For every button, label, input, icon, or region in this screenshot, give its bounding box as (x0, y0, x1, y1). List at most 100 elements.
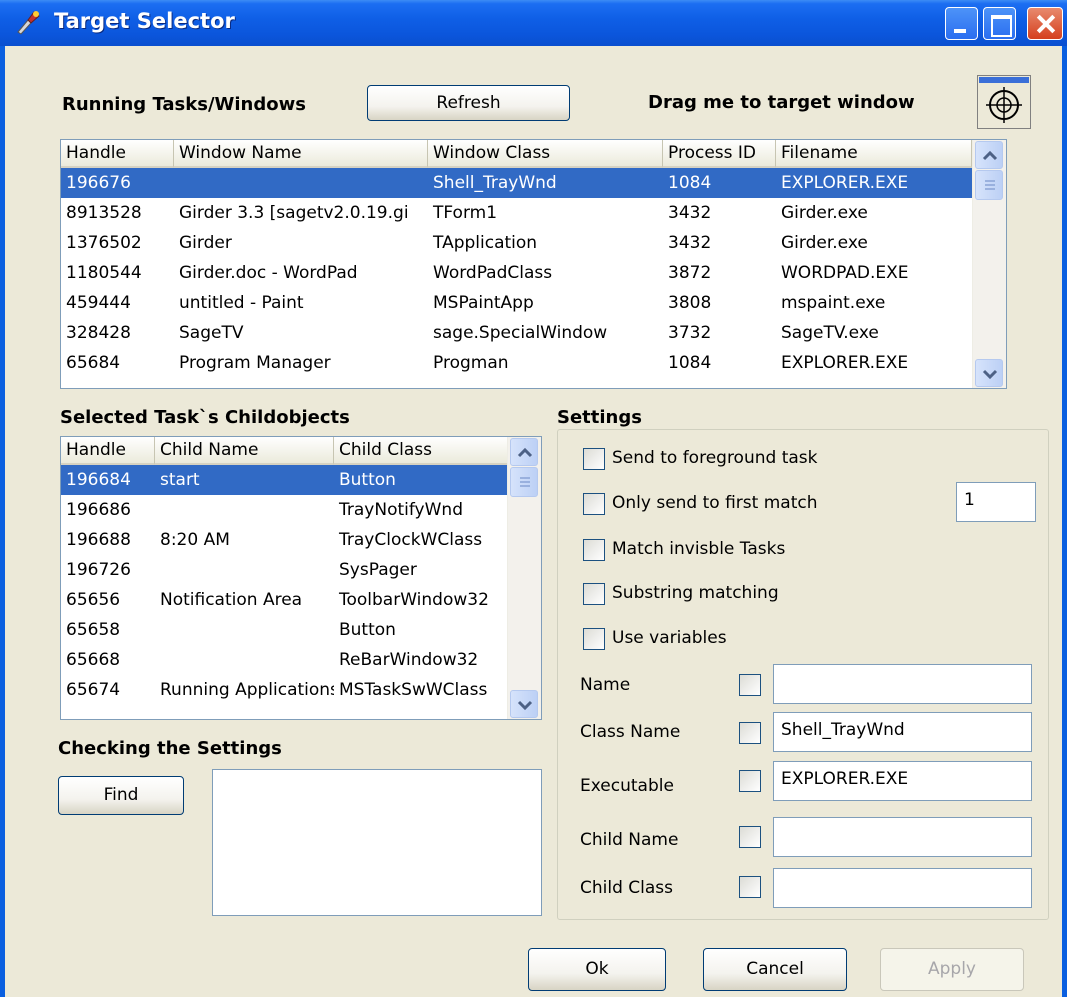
send-foreground-label[interactable]: Send to foreground task (612, 448, 818, 468)
class-name-field-input[interactable]: Shell_TrayWnd (773, 712, 1032, 752)
running-tasks-list[interactable]: Handle Window Name Window Class Process … (60, 139, 1007, 389)
running-task-cell: 328428 (66, 323, 131, 343)
class-name-field-checkbox[interactable] (739, 722, 761, 744)
child-objects-label: Selected Task`s Childobjects (60, 407, 350, 428)
child-object-cell: 8:20 AM (160, 530, 230, 550)
crosshair-target-icon (979, 77, 1029, 123)
refresh-button[interactable]: Refresh (367, 85, 570, 121)
running-task-cell: 3432 (668, 203, 712, 223)
scroll-thumb[interactable] (975, 170, 1003, 200)
child-object-cell: TrayClockWClass (339, 530, 483, 550)
executable-field-label: Executable (580, 776, 674, 796)
running-task-cell: Progman (433, 353, 509, 373)
executable-field-checkbox[interactable] (739, 770, 761, 792)
child-object-cell: Running Applications (160, 680, 334, 700)
window-title: Target Selector (54, 9, 235, 33)
running-task-row[interactable]: 1376502 Girder TApplication 3432 Girder.exe (61, 228, 972, 258)
substring-matching-label[interactable]: Substring matching (612, 583, 779, 603)
running-task-cell: 65684 (66, 353, 121, 373)
child-object-cell (155, 615, 334, 645)
check-result-box[interactable] (212, 769, 542, 916)
child-name-field-label: Child Name (580, 830, 679, 850)
running-task-row[interactable]: 1180544 Girder.doc - WordPad WordPadClass 3… (61, 258, 972, 288)
child-object-row[interactable]: 196686 TrayNotifyWnd (61, 495, 508, 525)
match-invisible-checkbox[interactable] (583, 539, 605, 561)
running-task-row[interactable]: 328428 SageTV sage.SpecialWindow 3732 SageTV… (61, 318, 972, 348)
child-object-row[interactable]: 65674 Running Applications MSTaskSwWClass (61, 675, 508, 705)
name-field-label: Name (580, 675, 631, 695)
child-object-cell: 196726 (66, 560, 131, 580)
checking-settings-label: Checking the Settings (58, 738, 282, 759)
scroll-up-button[interactable] (510, 438, 538, 466)
executable-field-input[interactable]: EXPLORER.EXE (773, 761, 1032, 801)
wrench-paint-icon (17, 11, 40, 35)
ok-button[interactable]: Ok (528, 948, 666, 991)
running-task-cell: 459444 (66, 293, 131, 313)
child-object-row[interactable]: 65658 Button (61, 615, 508, 645)
child-objects-scrollbar[interactable] (507, 437, 541, 719)
close-button[interactable] (1027, 7, 1063, 40)
column-header-handle[interactable]: Handle (61, 140, 174, 168)
send-foreground-checkbox[interactable] (583, 448, 605, 470)
child-name-field-checkbox[interactable] (739, 826, 761, 848)
column-header-child-name[interactable]: Child Name (155, 437, 334, 465)
running-task-cell: 1084 (668, 353, 712, 373)
running-task-cell: WORDPAD.EXE (781, 263, 909, 283)
scroll-down-button[interactable] (510, 690, 538, 718)
running-tasks-header: Handle Window Name Window Class Process … (61, 140, 972, 168)
column-header-handle[interactable]: Handle (61, 437, 155, 465)
first-match-checkbox[interactable] (583, 493, 605, 515)
child-objects-rows: 196684 start Button 196686 TrayNotifyWnd 1966… (61, 465, 508, 705)
column-header-child-class[interactable]: Child Class (334, 437, 508, 465)
child-class-field-checkbox[interactable] (739, 876, 761, 898)
child-object-cell: ReBarWindow32 (339, 650, 479, 670)
column-header-window-name[interactable]: Window Name (174, 140, 428, 168)
minimize-button[interactable] (945, 7, 978, 40)
scroll-up-button[interactable] (975, 141, 1003, 169)
child-objects-header: Handle Child Name Child Class (61, 437, 508, 465)
find-button[interactable]: Find (58, 776, 184, 815)
running-task-cell: mspaint.exe (781, 293, 886, 313)
use-variables-checkbox[interactable] (583, 628, 605, 650)
scroll-down-button[interactable] (975, 359, 1003, 387)
child-name-field-input[interactable] (773, 817, 1032, 857)
name-field-checkbox[interactable] (739, 674, 761, 696)
cancel-button[interactable]: Cancel (703, 948, 847, 991)
child-object-row[interactable]: 65656 Notification Area ToolbarWindow32 (61, 585, 508, 615)
child-object-row[interactable]: 196684 start Button (61, 465, 508, 495)
child-class-field-input[interactable] (773, 868, 1032, 908)
running-task-row[interactable]: 8913528 Girder 3.3 [sagetv2.0.19.gi TForm1… (61, 198, 972, 228)
running-task-cell: Program Manager (179, 353, 331, 373)
scroll-thumb[interactable] (510, 467, 538, 497)
drag-target-handle[interactable] (977, 75, 1031, 129)
running-tasks-scrollbar[interactable] (972, 140, 1006, 388)
apply-button[interactable]: Apply (880, 948, 1024, 991)
running-task-cell: 3808 (668, 293, 712, 313)
match-invisible-label[interactable]: Match invisble Tasks (612, 539, 785, 559)
column-header-process-id[interactable]: Process ID (663, 140, 776, 168)
running-task-row[interactable]: 459444 untitled - Paint MSPaintApp 3808 mspa… (61, 288, 972, 318)
running-task-cell: TForm1 (433, 203, 498, 223)
child-object-row[interactable]: 65668 ReBarWindow32 (61, 645, 508, 675)
child-object-cell: ToolbarWindow32 (339, 590, 489, 610)
maximize-button[interactable] (983, 7, 1016, 40)
child-object-row[interactable]: 196726 SysPager (61, 555, 508, 585)
child-class-field-label: Child Class (580, 878, 674, 898)
child-object-cell: Notification Area (160, 590, 303, 610)
child-object-cell: 196684 (66, 470, 131, 490)
child-object-row[interactable]: 196688 8:20 AM TrayClockWClass (61, 525, 508, 555)
column-header-filename[interactable]: Filename (776, 140, 972, 168)
child-object-cell: TrayNotifyWnd (339, 500, 463, 520)
use-variables-label[interactable]: Use variables (612, 628, 727, 648)
substring-matching-checkbox[interactable] (583, 583, 605, 605)
child-object-cell: 65658 (66, 620, 121, 640)
running-task-row[interactable]: 65684 Program Manager Progman 1084 EXPLORER.… (61, 348, 972, 378)
child-objects-list[interactable]: Handle Child Name Child Class 196684 star… (60, 436, 542, 720)
running-task-row[interactable]: 196676 Shell_TrayWnd 1084 EXPLORER.EXE (61, 168, 972, 198)
first-match-count-input[interactable]: 1 (956, 482, 1036, 522)
running-task-cell: WordPadClass (433, 263, 553, 283)
column-header-window-class[interactable]: Window Class (428, 140, 663, 168)
name-field-input[interactable] (773, 664, 1032, 704)
first-match-label[interactable]: Only send to first match (612, 493, 818, 513)
title-bar[interactable]: Target Selector (0, 0, 1067, 46)
